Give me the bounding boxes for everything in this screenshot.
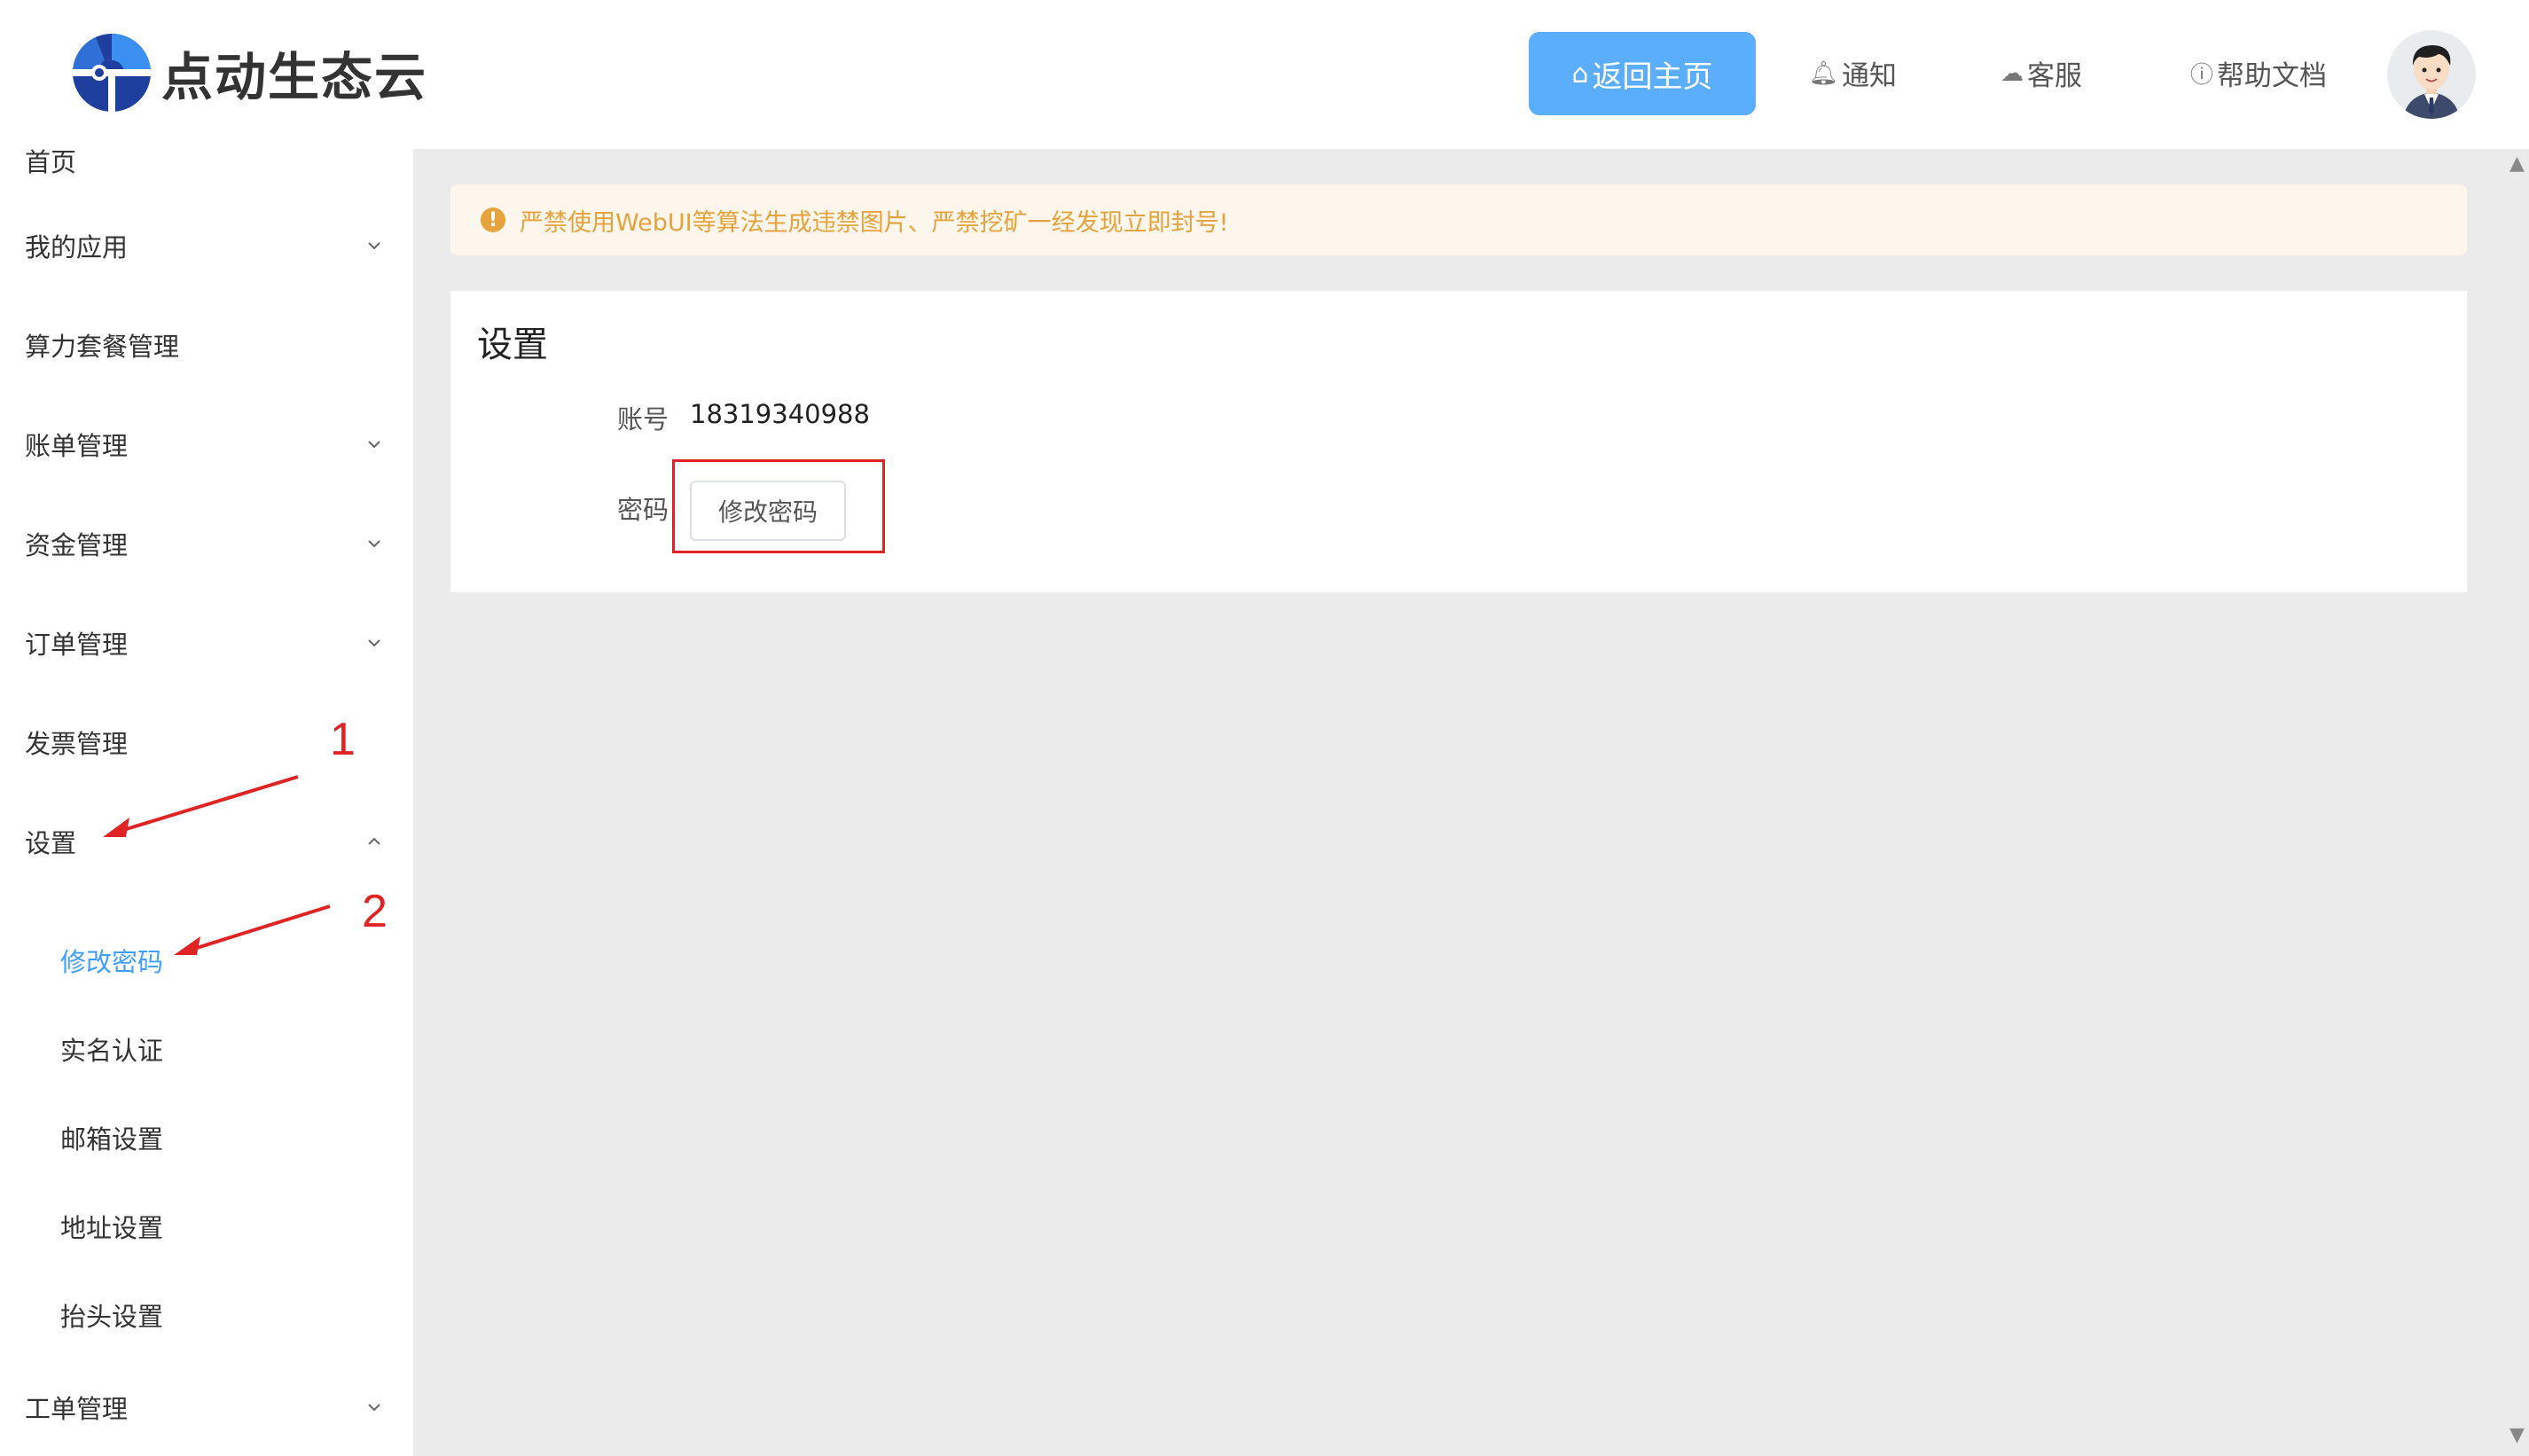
help-icon: ⓘ — [2190, 62, 2214, 89]
home-icon: ⌂ — [1571, 58, 1589, 90]
warning-alert: ! 严禁使用WebUI等算法生成违禁图片、严禁挖矿一经发现立即封号! — [450, 184, 2467, 255]
user-avatar[interactable] — [2387, 30, 2476, 119]
support-link[interactable]: ☁ 客服 — [2000, 53, 2082, 93]
annotation-arrows — [103, 775, 331, 955]
bell-icon: 🔔︎ — [1809, 59, 1839, 87]
change-password-button[interactable]: 修改密码 — [690, 481, 846, 541]
annotation-arrow-1 — [103, 775, 299, 837]
home-button[interactable]: ⌂ 返回主页 — [1529, 32, 1756, 115]
chat-icon: ☁ — [2000, 59, 2024, 87]
annotation-arrow-2 — [174, 904, 331, 955]
notification-label: 通知 — [1842, 60, 1898, 92]
help-docs-label: 帮助文档 — [2217, 60, 2328, 92]
notification-link[interactable]: 🔔︎ 通知 — [1809, 53, 1897, 93]
support-label: 客服 — [2027, 60, 2082, 92]
warning-icon: ! — [481, 207, 505, 232]
warning-alert-text: 严禁使用WebUI等算法生成违禁图片、严禁挖矿一经发现立即封号! — [520, 208, 1229, 237]
account-label: 账号 — [617, 404, 669, 434]
account-value: 18319340988 — [690, 399, 870, 429]
avatar-illustration-icon — [2403, 45, 2460, 119]
scroll-down-arrow-icon[interactable]: ▼ — [2509, 1424, 2525, 1446]
page-title: 设置 — [477, 325, 548, 365]
help-docs-link[interactable]: ⓘ 帮助文档 — [2190, 53, 2327, 93]
scroll-up-arrow-icon[interactable]: ▲ — [2509, 153, 2525, 175]
home-button-label: 返回主页 — [1592, 59, 1713, 95]
settings-card: 设置 账号 18319340988 密码 修改密码 — [450, 291, 2467, 592]
password-label: 密码 — [617, 495, 669, 525]
